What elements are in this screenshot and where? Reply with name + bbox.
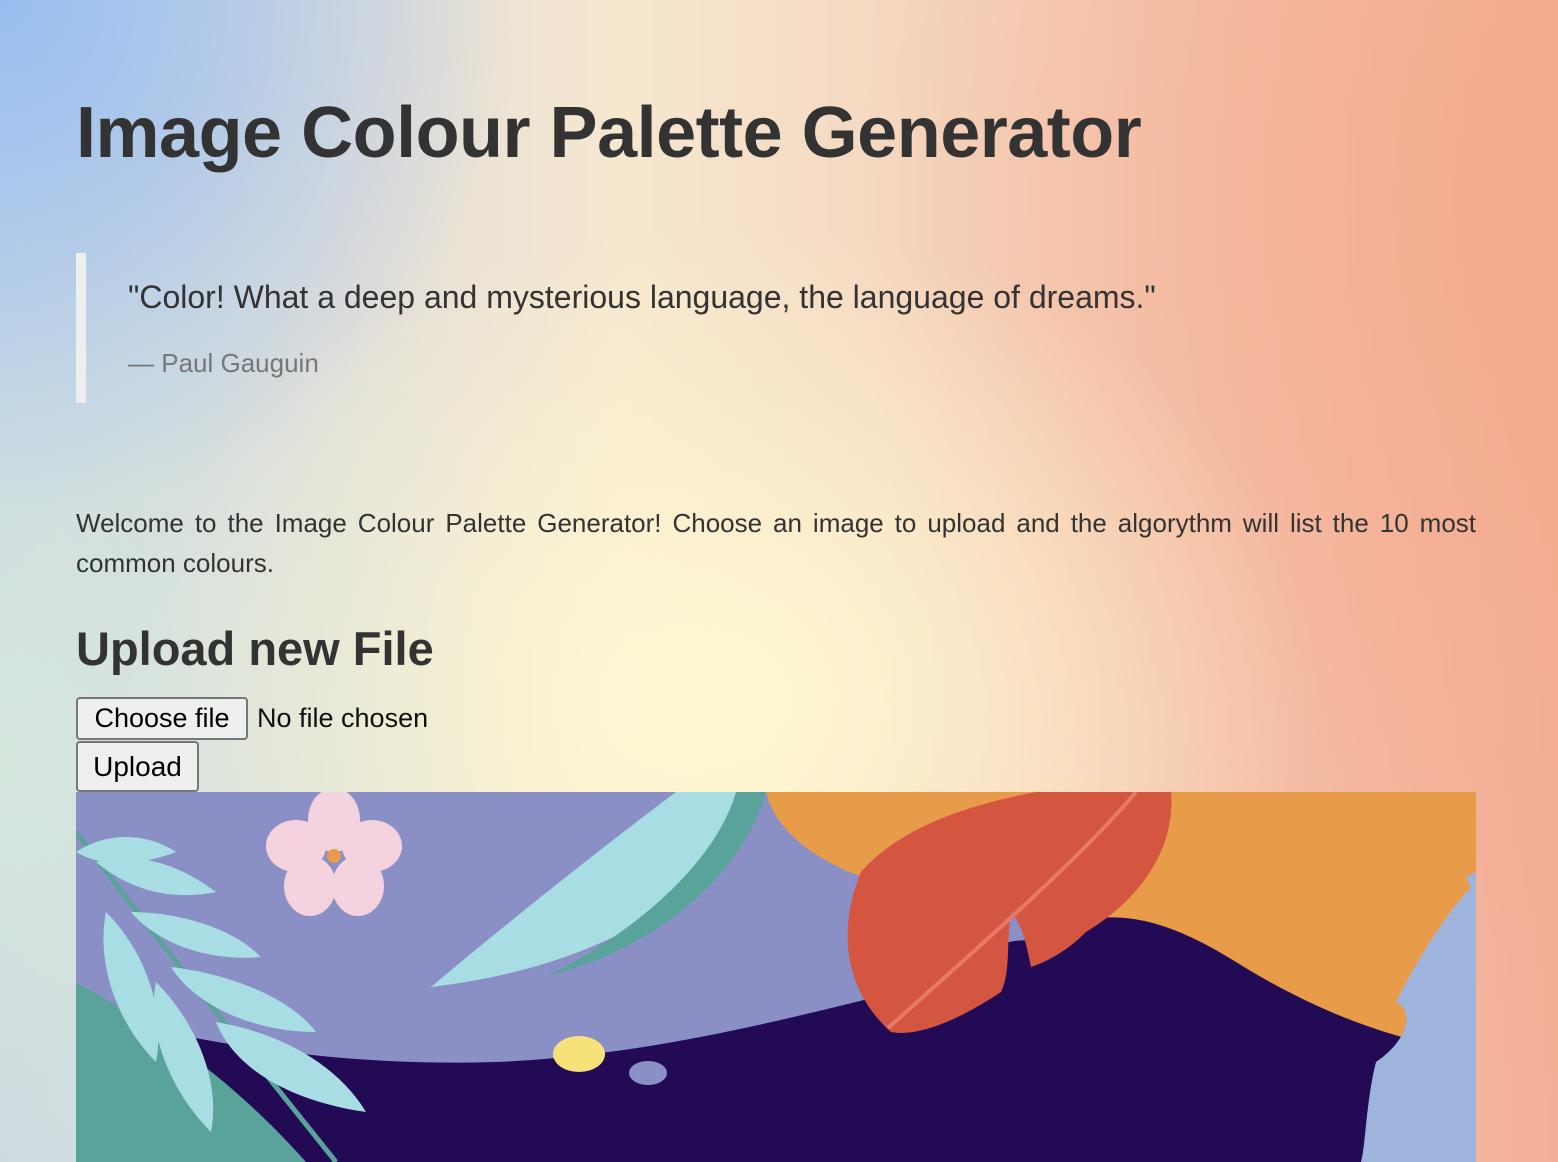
intro-text: Welcome to the Image Colour Palette Gene… bbox=[76, 508, 1476, 578]
page-title: Image Colour Palette Generator bbox=[76, 93, 1142, 173]
quote-author: — Paul Gauguin bbox=[128, 348, 319, 378]
tropical-leaves-image bbox=[76, 792, 1476, 1162]
upload-heading: Upload new File bbox=[76, 622, 434, 675]
file-status-text: No file chosen bbox=[257, 703, 429, 733]
flower-petal bbox=[284, 856, 336, 916]
illustration-purple-dot bbox=[629, 1061, 667, 1085]
blockquote: "Color! What a deep and mysterious langu… bbox=[76, 253, 1376, 403]
illustration-yellow-dot bbox=[553, 1036, 605, 1072]
upload-button[interactable]: Upload bbox=[76, 741, 199, 792]
file-input[interactable]: Choose file No file chosen bbox=[76, 697, 428, 740]
quote-text: "Color! What a deep and mysterious langu… bbox=[128, 279, 1156, 315]
flower-petal bbox=[332, 856, 384, 916]
choose-file-button[interactable]: Choose file bbox=[76, 697, 248, 740]
flower-center bbox=[327, 849, 341, 863]
